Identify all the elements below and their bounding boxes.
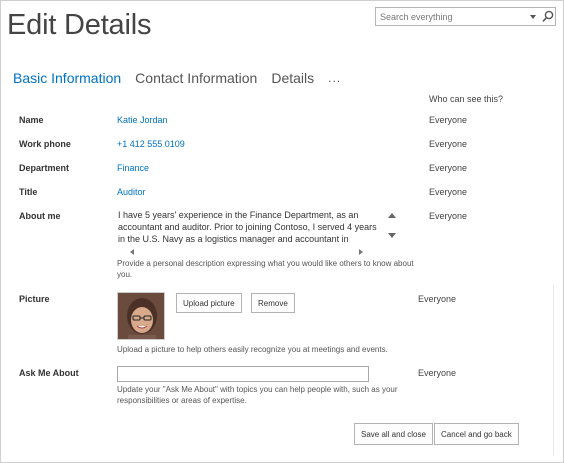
vertical-scrollbar[interactable]: [385, 209, 399, 245]
divider: [553, 285, 554, 455]
ask-me-about-visibility: Everyone: [418, 368, 457, 378]
tab-details[interactable]: Details: [271, 70, 314, 86]
visibility-column-header: Who can see this?: [429, 94, 504, 104]
ask-me-about-label: Ask Me About: [19, 368, 79, 378]
about-me-textarea[interactable]: I have 5 years' experience in the Financ…: [117, 209, 401, 257]
picture-visibility: Everyone: [418, 294, 457, 304]
title-visibility: Everyone: [429, 187, 468, 197]
tab-contact-information[interactable]: Contact Information: [135, 70, 257, 86]
work-phone-label: Work phone: [19, 139, 71, 149]
tab-basic-information[interactable]: Basic Information: [13, 70, 121, 86]
scroll-right-icon[interactable]: [359, 249, 363, 255]
name-value[interactable]: Katie Jordan: [117, 115, 168, 125]
remove-picture-button[interactable]: Remove: [251, 293, 295, 313]
scroll-left-icon[interactable]: [130, 249, 134, 255]
page-title: Edit Details: [7, 9, 152, 41]
picture-label: Picture: [19, 294, 50, 304]
department-label: Department: [19, 163, 70, 173]
horizontal-scrollbar[interactable]: [117, 248, 399, 257]
department-visibility: Everyone: [429, 163, 468, 173]
picture-hint: Upload a picture to help others easily r…: [117, 345, 388, 354]
about-me-visibility: Everyone: [429, 211, 468, 221]
profile-photo: [117, 292, 165, 340]
tab-bar: Basic Information Contact Information De…: [13, 69, 341, 87]
search-input[interactable]: [376, 8, 521, 25]
search-icon[interactable]: [541, 9, 555, 24]
name-visibility: Everyone: [429, 115, 468, 125]
cancel-and-go-back-button[interactable]: Cancel and go back: [434, 423, 519, 445]
title-value[interactable]: Auditor: [117, 187, 146, 197]
about-me-hint: Provide a personal description expressin…: [117, 259, 414, 279]
work-phone-visibility: Everyone: [429, 139, 468, 149]
ask-me-about-hint: Update your "Ask Me About" with topics y…: [117, 385, 398, 405]
more-tabs-ellipsis-icon[interactable]: ...: [328, 71, 341, 85]
department-value[interactable]: Finance: [117, 163, 149, 173]
chevron-down-icon[interactable]: [526, 8, 540, 25]
search-box[interactable]: [375, 7, 556, 26]
scroll-down-icon[interactable]: [388, 233, 396, 238]
title-label: Title: [19, 187, 38, 197]
work-phone-value[interactable]: +1 412 555 0109: [117, 139, 185, 149]
upload-picture-button[interactable]: Upload picture: [176, 293, 242, 313]
about-me-label: About me: [19, 211, 61, 221]
about-me-text[interactable]: I have 5 years' experience in the Financ…: [118, 209, 380, 245]
name-label: Name: [19, 115, 44, 125]
ask-me-about-input[interactable]: [117, 366, 369, 382]
scroll-up-icon[interactable]: [388, 213, 396, 218]
save-all-and-close-button[interactable]: Save all and close: [354, 423, 433, 445]
